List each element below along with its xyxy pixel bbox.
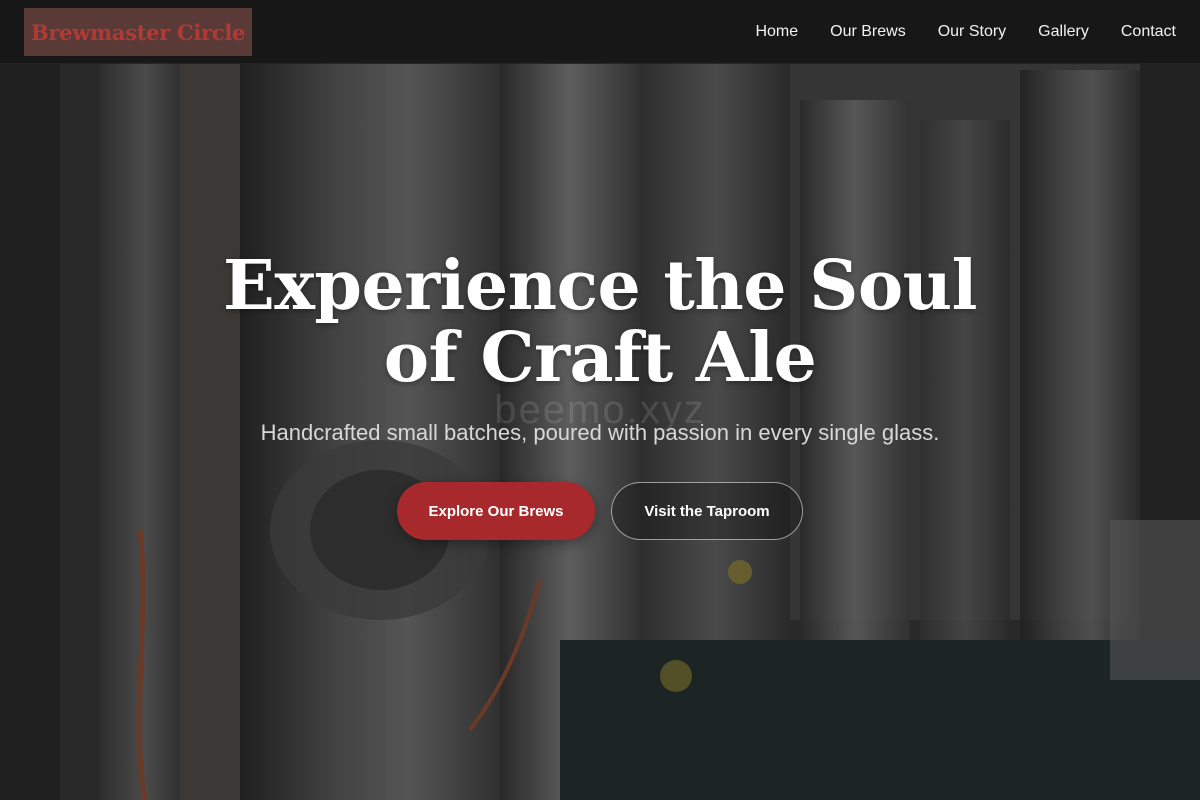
- explore-brews-button[interactable]: Explore Our Brews: [397, 482, 595, 540]
- logo-text: Brewmaster Circle: [30, 19, 246, 45]
- site-logo[interactable]: Brewmaster Circle: [24, 8, 252, 56]
- nav-item-home[interactable]: Home: [755, 23, 798, 41]
- cta-row: Explore Our Brews Visit the Taproom: [0, 482, 1200, 540]
- hero-section: Experience the Soul of Craft Ale Handcra…: [0, 250, 1200, 540]
- nav-item-contact[interactable]: Contact: [1121, 23, 1176, 41]
- hero-subtitle: Handcrafted small batches, poured with p…: [260, 420, 940, 445]
- visit-taproom-button[interactable]: Visit the Taproom: [611, 482, 803, 540]
- nav-item-our-story[interactable]: Our Story: [938, 23, 1006, 41]
- hero-title: Experience the Soul of Craft Ale: [223, 246, 977, 398]
- site-header: Brewmaster Circle Home Our Brews Our Sto…: [0, 0, 1200, 64]
- nav-item-gallery[interactable]: Gallery: [1038, 23, 1089, 41]
- nav-item-our-brews[interactable]: Our Brews: [830, 23, 906, 41]
- main-nav: Home Our Brews Our Story Gallery Contact: [755, 0, 1176, 64]
